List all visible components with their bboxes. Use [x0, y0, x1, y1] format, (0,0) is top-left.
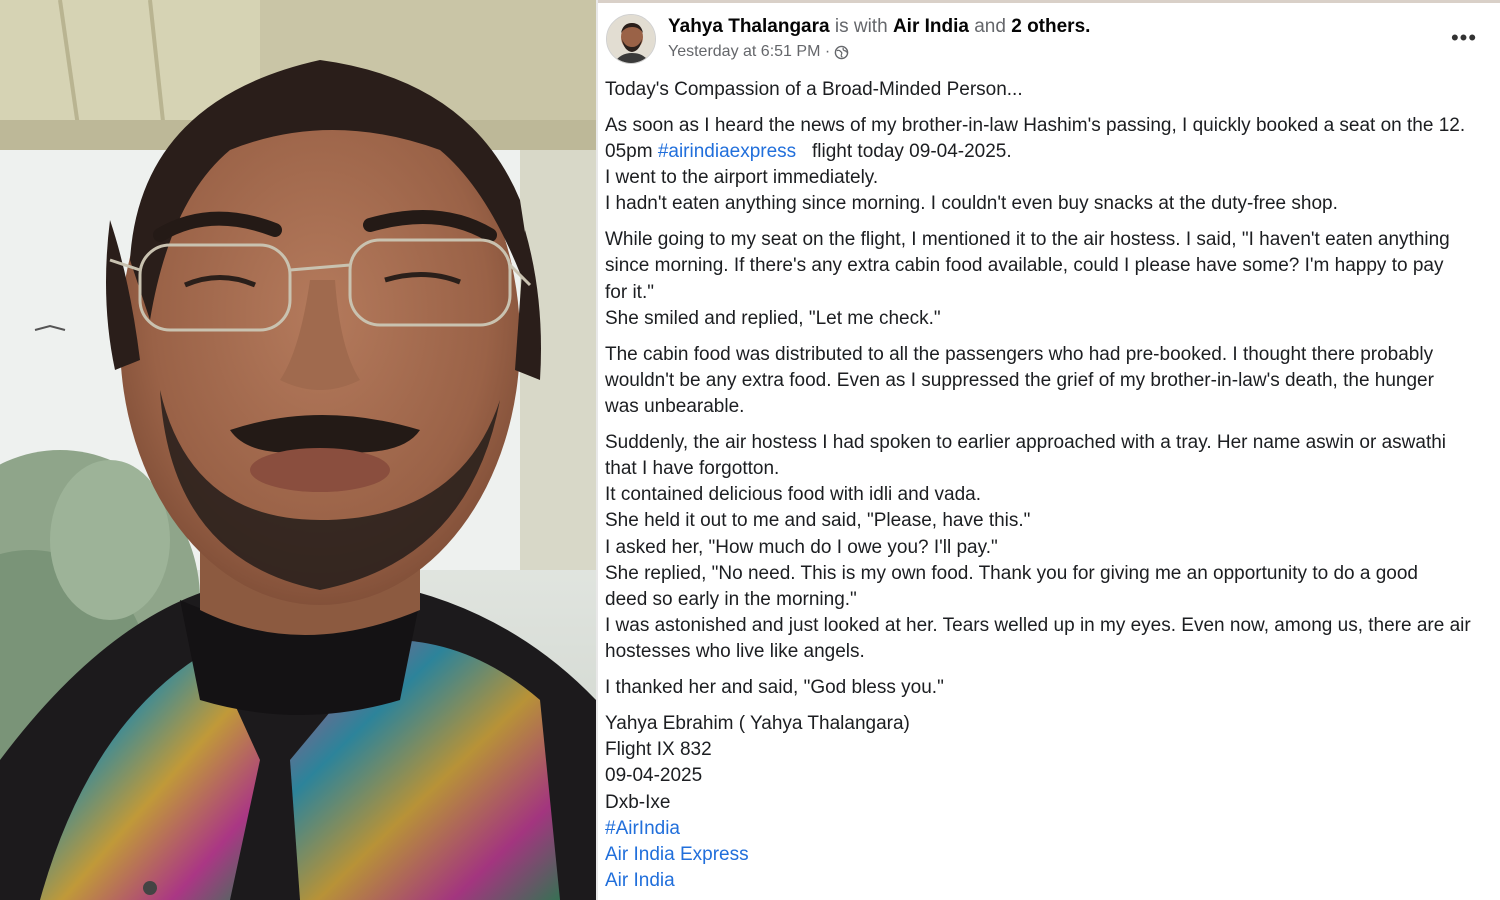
post-header: Yahya Thalangara is with Air India and 2…: [668, 16, 1090, 38]
text-line: She held it out to me and said, "Please,…: [605, 510, 1031, 532]
text-line: As soon as I heard the news of my brothe…: [605, 114, 1466, 136]
flight-route: Dxb-Ixe: [605, 791, 671, 813]
text-line: I was astonished and just looked at her.…: [605, 615, 1471, 637]
paragraph-1: Today's Compassion of a Broad-Minded Per…: [605, 77, 1495, 103]
tagged-others[interactable]: 2 others.: [1011, 16, 1090, 37]
text-line: was unbearable.: [605, 396, 745, 418]
top-rule: [598, 0, 1500, 3]
selfie-photo: [0, 0, 596, 900]
text-line: She smiled and replied, "Let me check.": [605, 307, 941, 329]
text-line: I asked her, "How much do I owe you? I'l…: [605, 536, 998, 558]
hashtag-airindia[interactable]: #AirIndia: [605, 816, 1495, 842]
text-line: deed so early in the morning.": [605, 589, 857, 611]
text-line: for it.": [605, 281, 654, 303]
text-line-with-hashtag: 05pm #airindiaexpress flight today 09-04…: [605, 139, 1495, 165]
text-line: since morning. If there's any extra cabi…: [605, 255, 1444, 277]
author-name[interactable]: Yahya Thalangara: [668, 16, 830, 37]
text-fragment: flight today 09-04-2025.: [796, 141, 1012, 162]
text-line: that I have forgotton.: [605, 458, 780, 480]
paragraph-2: As soon as I heard the news of my brothe…: [605, 113, 1495, 218]
post-body: Today's Compassion of a Broad-Minded Per…: [605, 77, 1495, 900]
author-avatar[interactable]: [606, 14, 656, 64]
more-options-button[interactable]: •••: [1450, 24, 1478, 52]
globe-icon: [834, 45, 849, 59]
text-line: hostesses who live like angels.: [605, 641, 865, 663]
page-link-air-india-express[interactable]: Air India Express: [605, 842, 1495, 868]
facebook-post: Yahya Thalangara is with Air India and 2…: [598, 0, 1500, 900]
paragraph-6: I thanked her and said, "God bless you.": [605, 675, 1495, 701]
text-line: I hadn't eaten anything since morning. I…: [605, 193, 1338, 215]
text-line: While going to my seat on the flight, I …: [605, 229, 1450, 251]
paragraph-3: While going to my seat on the flight, I …: [605, 227, 1495, 332]
text-line: Suddenly, the air hostess I had spoken t…: [605, 431, 1447, 453]
signature-block: Yahya Ebrahim ( Yahya Thalangara) Flight…: [605, 711, 1495, 894]
with-text: is with: [834, 16, 888, 37]
text-line: Today's Compassion of a Broad-Minded Per…: [605, 79, 1023, 100]
text-line: She replied, "No need. This is my own fo…: [605, 562, 1418, 584]
text-fragment: 05pm: [605, 141, 658, 162]
profile-photo-icon: [607, 15, 655, 63]
post-timestamp[interactable]: Yesterday at 6:51 PM ·: [668, 43, 830, 61]
paragraph-5: Suddenly, the air hostess I had spoken t…: [605, 430, 1495, 666]
post-meta: Yesterday at 6:51 PM ·: [668, 43, 849, 61]
flight-number: Flight IX 832: [605, 739, 712, 761]
text-line: wouldn't be any extra food. Even as I su…: [605, 369, 1434, 391]
tagged-page[interactable]: Air India: [893, 16, 969, 37]
paragraph-4: The cabin food was distributed to all th…: [605, 342, 1495, 421]
hashtag-airindiaexpress[interactable]: #airindiaexpress: [658, 141, 796, 162]
page-link-air-india[interactable]: Air India: [605, 868, 1495, 894]
flight-date: 09-04-2025: [605, 765, 703, 787]
text-line: The cabin food was distributed to all th…: [605, 343, 1434, 365]
signature-name: Yahya Ebrahim ( Yahya Thalangara): [605, 713, 910, 735]
text-line: I thanked her and said, "God bless you.": [605, 677, 944, 699]
and-text: and: [974, 16, 1006, 37]
text-line: It contained delicious food with idli an…: [605, 484, 982, 506]
text-line: I went to the airport immediately.: [605, 167, 879, 189]
